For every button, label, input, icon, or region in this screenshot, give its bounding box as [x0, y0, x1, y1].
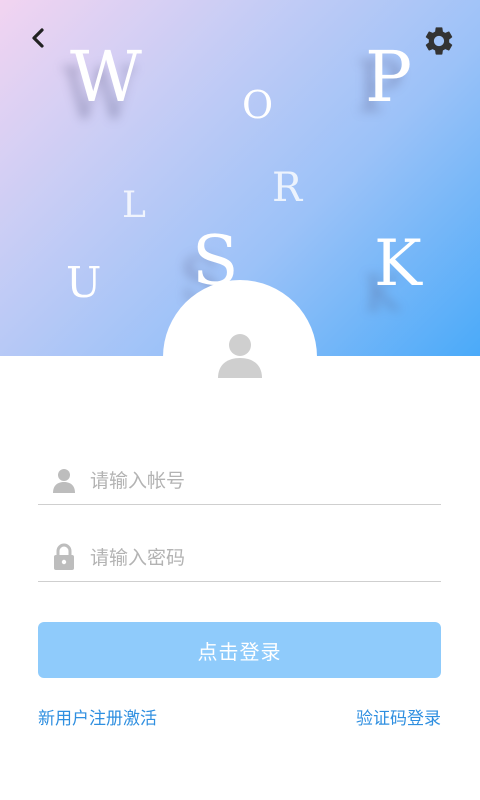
register-link[interactable]: 新用户注册激活 [38, 704, 157, 729]
password-input[interactable] [88, 535, 432, 581]
avatar[interactable] [163, 280, 317, 434]
user-icon [53, 469, 75, 493]
decorative-letter-u: U [66, 258, 102, 307]
decorative-letter-l: L [122, 185, 146, 226]
login-button[interactable]: 点击登录 [38, 622, 441, 678]
gear-icon [425, 27, 453, 55]
decorative-letter-o: O [242, 83, 274, 127]
settings-button[interactable] [422, 24, 456, 58]
decorative-letter-r: R [272, 165, 303, 211]
decorative-letter-p: P [365, 36, 413, 118]
account-input[interactable] [88, 458, 432, 504]
account-field [38, 458, 441, 505]
back-button[interactable] [22, 22, 54, 54]
sms-login-link[interactable]: 验证码登录 [356, 704, 441, 729]
decorative-letter-w: W [70, 36, 142, 118]
decorative-letter-k: K [374, 227, 422, 301]
password-field [38, 535, 441, 582]
lock-icon [54, 543, 74, 570]
chevron-left-icon [32, 28, 44, 48]
user-icon [218, 334, 262, 378]
